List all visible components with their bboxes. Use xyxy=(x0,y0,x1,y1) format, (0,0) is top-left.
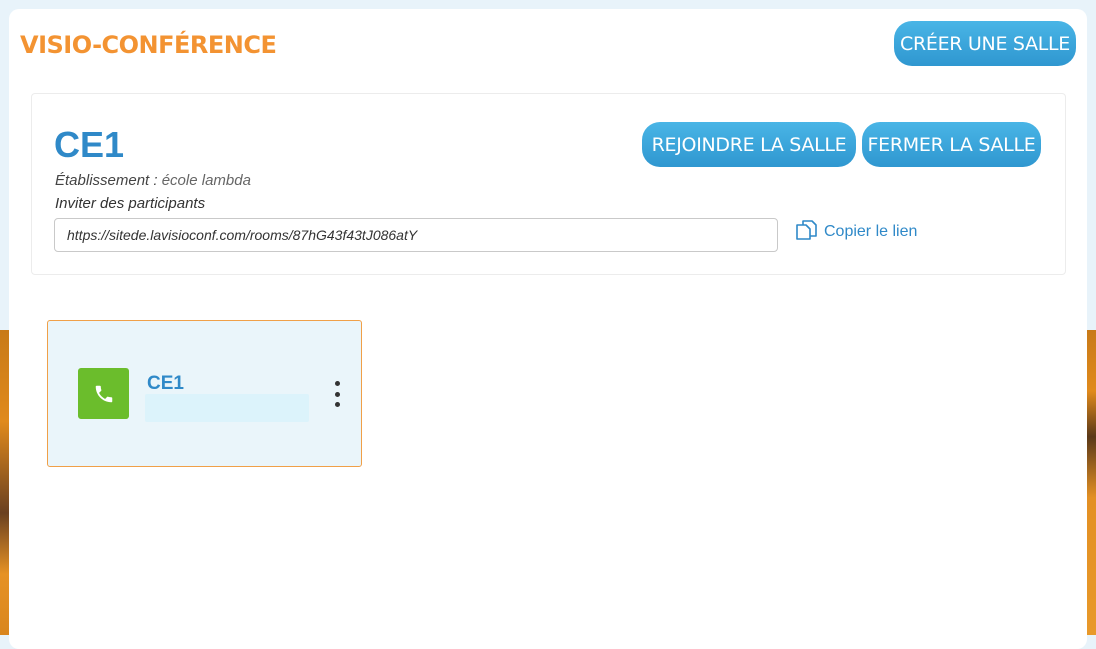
room-name: CE1 xyxy=(54,124,125,165)
etablissement-label: Établissement : xyxy=(55,172,162,189)
room-tile[interactable]: CE1 xyxy=(47,320,362,467)
phone-icon xyxy=(78,368,129,419)
join-room-button[interactable]: REJOINDRE LA SALLE xyxy=(642,122,856,167)
tile-subtitle xyxy=(145,394,309,422)
more-options-icon[interactable] xyxy=(331,381,343,407)
room-link-input[interactable] xyxy=(54,218,778,252)
room-details-card: CE1 Établissement : école lambda Inviter… xyxy=(31,93,1066,275)
page-title: VISIO-CONFÉRENCE xyxy=(20,31,277,59)
main-panel: VISIO-CONFÉRENCE CRÉER UNE SALLE CE1 Éta… xyxy=(9,9,1087,649)
etablissement-line: Établissement : école lambda xyxy=(55,172,251,189)
tile-room-name: CE1 xyxy=(147,373,184,394)
copy-link-button[interactable]: Copier le lien xyxy=(795,219,917,245)
copy-icon xyxy=(795,219,819,246)
close-room-button[interactable]: FERMER LA SALLE xyxy=(862,122,1041,167)
invite-participants-label: Inviter des participants xyxy=(55,195,206,212)
copy-link-label: Copier le lien xyxy=(824,223,918,240)
create-room-button[interactable]: CRÉER UNE SALLE xyxy=(894,21,1076,66)
etablissement-value: école lambda xyxy=(161,172,251,189)
